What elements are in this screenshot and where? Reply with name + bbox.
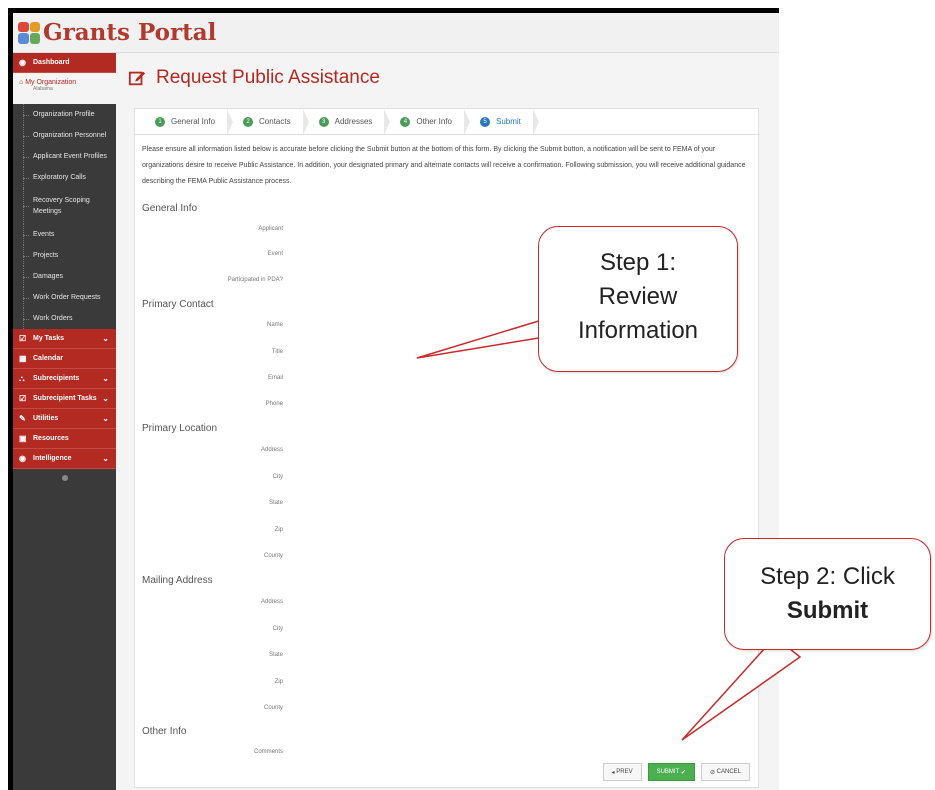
callout-step-1: Step 1: Review Information (538, 226, 738, 372)
callout-step2-line1: Step 2: Click (760, 563, 895, 590)
callout-pointers (416, 311, 802, 741)
callout-step2-line2: Submit (786, 597, 869, 624)
callout-step-2: Step 2: Click Submit (724, 538, 931, 650)
callout-step1-line2: Review (598, 283, 678, 310)
callout-step1-line3: Information (577, 317, 699, 344)
callout-step1-line1: Step 1: (599, 249, 677, 276)
